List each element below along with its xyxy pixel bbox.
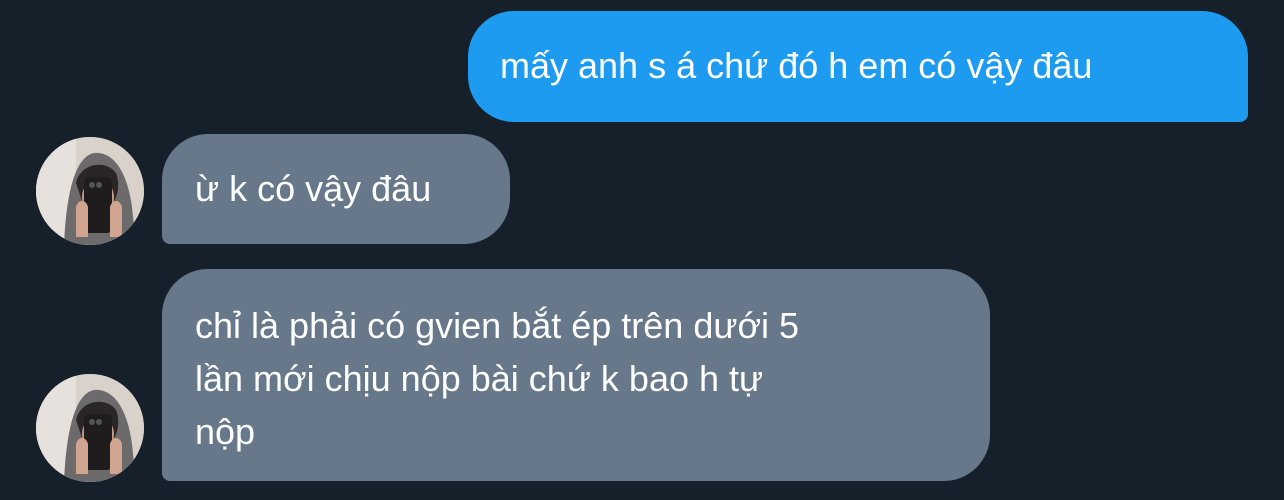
message-bubble-incoming[interactable]: ừ k có vậy đâu [162, 134, 510, 244]
avatar-photo-icon [36, 137, 144, 245]
message-bubble-outgoing[interactable]: mấy anh s á chứ đó h em có vậy đâu [468, 11, 1248, 122]
avatar[interactable] [36, 137, 144, 245]
avatar[interactable] [36, 374, 144, 482]
message-bubble-incoming[interactable]: chỉ là phải có gvien bắt ép trên dưới 5 … [162, 269, 990, 481]
avatar-photo-icon [36, 374, 144, 482]
